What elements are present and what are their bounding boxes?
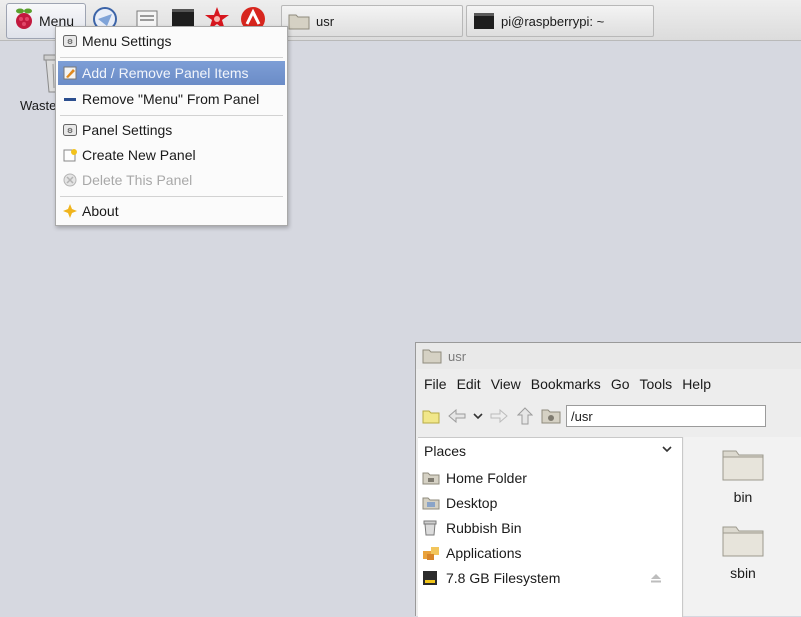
file-item-bin[interactable]: bin [708, 447, 778, 517]
menu-item-label: Delete This Panel [82, 172, 193, 188]
menu-item-about[interactable]: About [58, 199, 285, 223]
remove-icon [63, 92, 77, 106]
folder-icon [422, 348, 442, 364]
svg-text:⚙: ⚙ [67, 38, 73, 46]
history-dropdown-icon[interactable] [472, 405, 484, 427]
chevron-down-icon[interactable] [662, 442, 672, 456]
raspberry-pi-icon [13, 7, 35, 36]
folder-icon [288, 12, 310, 30]
place-filesystem[interactable]: 7.8 GB Filesystem [422, 566, 678, 590]
menu-item-remove-menu-from-panel[interactable]: Remove "Menu" From Panel [58, 87, 285, 111]
folder-icon [722, 447, 764, 484]
menu-item-label: Add / Remove Panel Items [82, 65, 249, 81]
task-label: usr [316, 13, 335, 29]
new-tab-icon[interactable] [420, 405, 442, 427]
task-button-usr[interactable]: usr [281, 5, 463, 37]
menu-bookmarks[interactable]: Bookmarks [531, 376, 601, 392]
menu-separator [60, 57, 283, 58]
window-title: usr [448, 348, 467, 364]
task-button-terminal[interactable]: pi@raspberrypi: ~ [466, 5, 654, 37]
terminal-icon [473, 11, 495, 31]
home-icon[interactable] [540, 405, 562, 427]
place-label: Rubbish Bin [446, 520, 522, 536]
place-rubbish-bin[interactable]: Rubbish Bin [422, 516, 678, 540]
menu-item-label: Create New Panel [82, 147, 196, 163]
applications-icon [422, 545, 440, 561]
up-icon[interactable] [514, 405, 536, 427]
folder-icon [722, 523, 764, 560]
menu-view[interactable]: View [491, 376, 521, 392]
eject-icon[interactable] [650, 571, 662, 587]
menu-go[interactable]: Go [611, 376, 630, 392]
menu-separator [60, 196, 283, 197]
menubar: File Edit View Bookmarks Go Tools Help [416, 371, 801, 397]
desktop-icon [422, 495, 440, 511]
menu-item-create-new-panel[interactable]: Create New Panel [58, 143, 285, 167]
toolbar: /usr [416, 399, 801, 433]
settings-icon: ⚙ [63, 34, 77, 48]
desktop-item-label: Waste [20, 98, 57, 113]
menu-separator [60, 115, 283, 116]
file-label: sbin [730, 565, 756, 581]
new-panel-icon [63, 148, 77, 162]
menu-item-label: Panel Settings [82, 122, 173, 138]
place-label: Desktop [446, 495, 498, 511]
path-text: /usr [571, 408, 593, 424]
back-icon[interactable] [446, 405, 468, 427]
menu-item-label: Menu Settings [82, 33, 172, 49]
menu-tools[interactable]: Tools [640, 376, 673, 392]
place-label: Home Folder [446, 470, 527, 486]
home-folder-icon [422, 470, 440, 486]
place-label: Applications [446, 545, 522, 561]
trash-icon [422, 520, 440, 536]
edit-icon [63, 66, 77, 80]
places-header-label: Places [424, 443, 467, 459]
settings-icon: ⚙ [63, 123, 77, 137]
menu-item-add-remove-panel-items[interactable]: Add / Remove Panel Items [58, 61, 285, 85]
delete-icon [63, 173, 77, 187]
forward-icon[interactable] [488, 405, 510, 427]
place-label: 7.8 GB Filesystem [446, 570, 561, 586]
task-label: pi@raspberrypi: ~ [501, 13, 605, 29]
drive-icon [422, 570, 440, 586]
menu-edit[interactable]: Edit [457, 376, 481, 392]
svg-text:⚙: ⚙ [67, 127, 73, 135]
menu-help[interactable]: Help [682, 376, 711, 392]
menu-item-menu-settings[interactable]: ⚙ Menu Settings [58, 29, 285, 53]
file-view: bin sbin [684, 437, 801, 616]
file-manager-window: usr File Edit View Bookmarks Go Tools He… [415, 342, 801, 617]
menu-file[interactable]: File [424, 376, 447, 392]
menu-item-label: Remove "Menu" From Panel [82, 91, 260, 107]
menu-item-panel-settings[interactable]: ⚙ Panel Settings [58, 118, 285, 142]
place-home-folder[interactable]: Home Folder [422, 466, 678, 490]
place-desktop[interactable]: Desktop [422, 491, 678, 515]
place-applications[interactable]: Applications [422, 541, 678, 565]
panel-context-menu: ⚙ Menu Settings Add / Remove Panel Items… [55, 26, 288, 226]
places-pane: Places Home Folder Desktop Rubbish Bin A… [418, 437, 683, 617]
about-icon [63, 204, 77, 218]
menu-item-delete-this-panel: Delete This Panel [58, 168, 285, 192]
window-titlebar[interactable]: usr [416, 343, 801, 369]
menu-item-label: About [82, 203, 119, 219]
file-label: bin [733, 489, 753, 505]
places-header[interactable]: Places [418, 438, 682, 464]
path-input[interactable]: /usr [566, 405, 766, 427]
file-item-sbin[interactable]: sbin [708, 523, 778, 593]
